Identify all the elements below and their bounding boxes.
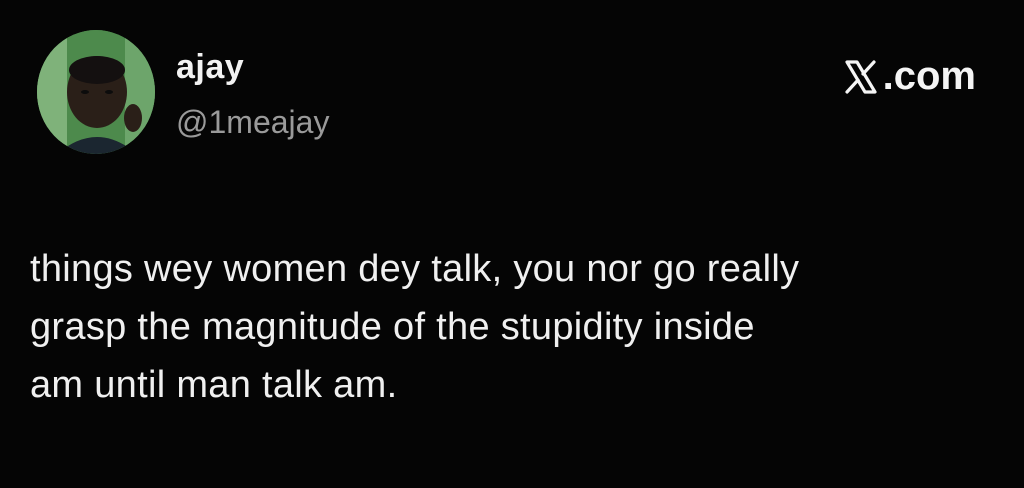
x-logo-icon [841, 57, 881, 97]
tweet-card: ajay @1meajay .com things wey women dey … [0, 0, 1024, 488]
user-handle[interactable]: @1meajay [176, 104, 329, 141]
brand-label: .com [882, 54, 976, 98]
tweet-line: grasp the magnitude of the stupidity ins… [30, 306, 755, 348]
brand-watermark: .com [841, 54, 976, 99]
display-name[interactable]: ajay [176, 48, 244, 87]
avatar[interactable] [37, 30, 155, 154]
avatar-photo-icon [37, 30, 155, 154]
tweet-text: things wey women dey talk, you nor go re… [30, 240, 990, 414]
tweet-line: am until man talk am. [30, 364, 398, 406]
tweet-line: things wey women dey talk, you nor go re… [30, 248, 800, 290]
